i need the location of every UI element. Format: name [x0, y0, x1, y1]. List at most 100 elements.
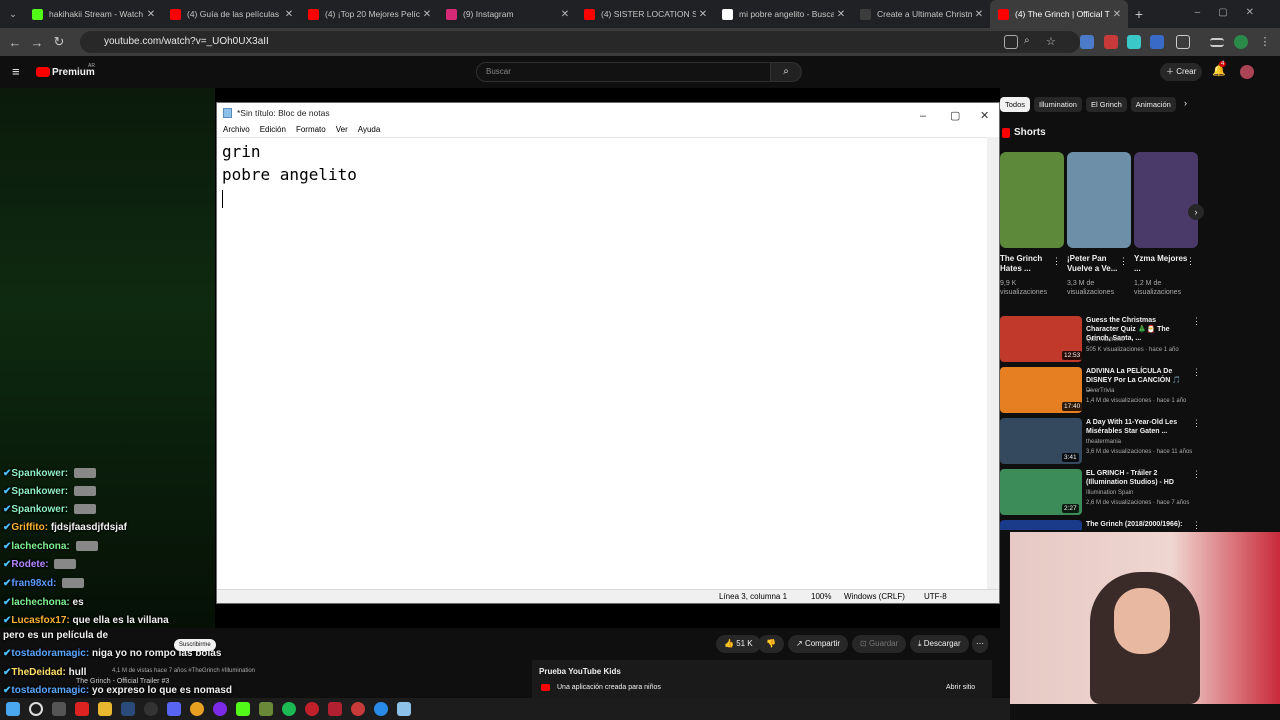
extension-icon-1[interactable] — [1080, 35, 1094, 49]
discord-icon[interactable] — [167, 702, 181, 716]
chip[interactable]: Illumination — [1034, 96, 1082, 112]
recommended-video[interactable]: 2:27 EL GRINCH - Tráiler 2 (Illumination … — [1000, 469, 1201, 517]
explorer-icon[interactable] — [98, 702, 112, 716]
chat-username[interactable]: Rodete: — [11, 559, 48, 570]
browser-tab[interactable]: (9) Instagram ✕ — [438, 0, 576, 28]
recommended-video[interactable]: 12:53 Guess the Christmas Character Quiz … — [1000, 316, 1201, 364]
chat-username[interactable]: TheDeidad: — [11, 667, 65, 678]
url-field[interactable]: youtube.com/watch?v=_UOh0UX3aII — [80, 31, 1080, 53]
chip[interactable]: Todos — [1000, 96, 1031, 112]
notepad-menu-item[interactable]: Edición — [260, 125, 286, 134]
short-more-icon[interactable]: ⋮ — [1052, 256, 1061, 267]
canva-icon[interactable] — [213, 702, 227, 716]
youtube-app-icon[interactable] — [75, 702, 89, 716]
dislike-button[interactable]: 👎 — [758, 635, 784, 653]
tab-search-icon[interactable]: ⌄ — [2, 9, 24, 20]
recommended-video[interactable]: The Grinch (2018/2000/1966): ⋮ — [1000, 520, 1200, 530]
start-icon[interactable] — [6, 702, 20, 716]
chat-username[interactable]: lachechona: — [11, 597, 69, 608]
shorts-next-icon[interactable]: › — [1188, 204, 1204, 220]
video-title[interactable]: A Day With 11-Year-Old Les Misérables St… — [1086, 418, 1188, 436]
video-channel[interactable]: theatermania — [1086, 438, 1196, 446]
taskview-icon[interactable] — [52, 702, 66, 716]
chat-username[interactable]: Spankower: — [11, 486, 68, 497]
tab-close-icon[interactable]: ✕ — [420, 9, 434, 20]
video-title[interactable]: The Grinch (2018/2000/1966): — [1086, 520, 1188, 529]
like-button[interactable]: 👍 51 K — [716, 635, 761, 653]
notepad-menu-item[interactable]: Ayuda — [358, 125, 381, 134]
chat-username[interactable]: lachechona: — [11, 541, 69, 552]
chips-next-icon[interactable]: › — [1184, 98, 1187, 108]
notepad-scrollbar[interactable] — [987, 137, 999, 591]
new-tab-button[interactable]: + — [1128, 6, 1150, 22]
opera-icon[interactable] — [305, 702, 319, 716]
profile-avatar[interactable] — [1234, 35, 1248, 49]
chat-username[interactable]: fran98xd: — [11, 578, 56, 589]
tab-close-icon[interactable]: ✕ — [282, 9, 296, 20]
notepad-taskbar-icon[interactable] — [397, 702, 411, 716]
download-button[interactable]: ⤓ Descargar — [910, 635, 969, 653]
search-button[interactable]: ⌕ — [770, 62, 802, 82]
tab-close-icon[interactable]: ✕ — [558, 9, 572, 20]
chrome-icon[interactable] — [190, 702, 204, 716]
short-title[interactable]: The Grinch Hates ... — [1000, 254, 1058, 274]
reading-list-icon[interactable] — [1210, 38, 1224, 47]
tab-close-icon[interactable]: ✕ — [834, 9, 848, 20]
chat-username[interactable]: Griffito: — [11, 522, 48, 533]
video-channel[interactable]: Illumination Spain — [1086, 489, 1196, 497]
back-icon[interactable]: ← — [4, 35, 26, 50]
browser-menu-icon[interactable]: ⋮ — [1258, 35, 1272, 49]
notepad-text-area[interactable]: grin pobre angelito — [217, 137, 989, 591]
short-more-icon[interactable]: ⋮ — [1186, 256, 1195, 267]
chat-username[interactable]: Spankower: — [11, 468, 68, 479]
tab-close-icon[interactable]: ✕ — [696, 9, 710, 20]
recommended-video[interactable]: 3:41 A Day With 11-Year-Old Les Misérable… — [1000, 418, 1201, 466]
video-more-icon[interactable]: ⋮ — [1192, 367, 1201, 378]
obs-icon[interactable] — [144, 702, 158, 716]
browser-tab[interactable]: (4) ¡Top 20 Mejores Pelícu ✕ — [300, 0, 438, 28]
chat-username[interactable]: tostadoramagic: — [11, 685, 89, 696]
zoom-icon[interactable]: ⌕ — [1024, 35, 1038, 49]
extension-icon-2[interactable] — [1104, 35, 1118, 49]
subscribe-button[interactable]: Suscribirme — [174, 639, 216, 651]
short-thumbnail[interactable] — [1067, 152, 1131, 248]
video-more-icon[interactable]: ⋮ — [1192, 469, 1201, 480]
browser-tab[interactable]: (4) Guía de las películas N ✕ — [162, 0, 300, 28]
install-icon[interactable] — [1004, 35, 1018, 49]
kick-icon[interactable] — [236, 702, 250, 716]
video-channel[interactable]: Quiz Madness — [1086, 336, 1196, 344]
browser-tab[interactable]: (4) SISTER LOCATION Son✕ — [576, 0, 714, 28]
search-input[interactable]: Buscar — [476, 62, 772, 82]
extension-icon-3[interactable] — [1127, 35, 1141, 49]
video-more-icon[interactable]: ⋮ — [1192, 316, 1201, 327]
voicemod-icon[interactable] — [328, 702, 342, 716]
tab-close-icon[interactable]: ✕ — [144, 9, 158, 20]
browser-tab[interactable]: mi pobre angelito - Busca ✕ — [714, 0, 852, 28]
hamburger-menu-icon[interactable]: ≡ — [12, 64, 20, 79]
app-icon[interactable] — [351, 702, 365, 716]
browser-tab[interactable]: (4) The Grinch | Official Tr ✕ — [990, 0, 1128, 28]
video-more-icon[interactable]: ⋮ — [1192, 418, 1201, 429]
bookmark-star-icon[interactable]: ☆ — [1046, 35, 1060, 49]
forward-icon[interactable]: → — [26, 35, 48, 50]
kids-open-button[interactable]: Abrir sitio — [946, 684, 975, 691]
minecraft-icon[interactable] — [259, 702, 273, 716]
short-thumbnail[interactable] — [1134, 152, 1198, 248]
recommended-video[interactable]: 17:40 ADIVINA La PELÍCULA De DISNEY Por L… — [1000, 367, 1201, 415]
steam-icon[interactable] — [121, 702, 135, 716]
chrome-profile-icon[interactable] — [374, 702, 388, 716]
chip[interactable]: Animación — [1130, 96, 1176, 112]
short-more-icon[interactable]: ⋮ — [1119, 256, 1128, 267]
video-thumbnail[interactable] — [1000, 520, 1082, 530]
short-title[interactable]: ¡Peter Pan Vuelve a Ve... — [1067, 254, 1125, 274]
chat-username[interactable]: Spankower: — [11, 504, 68, 515]
user-avatar[interactable] — [1240, 65, 1254, 79]
short-thumbnail[interactable] — [1000, 152, 1064, 248]
search-taskbar-icon[interactable] — [29, 702, 43, 716]
tab-close-icon[interactable]: ✕ — [972, 9, 986, 20]
notepad-menu-item[interactable]: Ver — [336, 125, 348, 134]
save-button[interactable]: ⊡ Guardar — [852, 635, 907, 653]
chat-username[interactable]: tostadoramagic: — [11, 648, 89, 659]
chip[interactable]: El Grinch — [1085, 96, 1127, 112]
short-title[interactable]: Yzma Mejores ... — [1134, 254, 1192, 274]
